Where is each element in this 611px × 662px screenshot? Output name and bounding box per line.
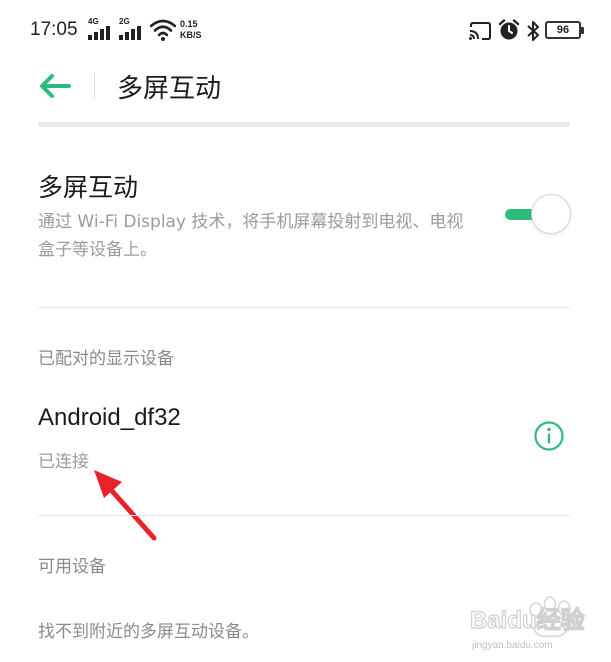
device-status: 已连接 [38, 452, 89, 472]
screen-mirror-description: 通过 Wi-Fi Display 技术，将手机屏幕投射到电视、电视盒子等设备上。 [38, 212, 464, 260]
wifi-icon [150, 19, 176, 41]
status-bar: 17:05 4G 2G 0.15 KB/S 96 [0, 0, 611, 60]
header-divider [94, 73, 95, 99]
network-type-sim1: 4G [88, 17, 99, 26]
alarm-icon [498, 19, 520, 40]
status-time: 17:05 [30, 19, 78, 40]
cast-icon [469, 22, 491, 40]
watermark-subtext: jingyan.baidu.com [471, 640, 553, 651]
network-type-sim2: 2G [119, 17, 130, 26]
network-speed-value: 0.15 [180, 19, 198, 29]
screen-mirror-toggle[interactable] [505, 194, 571, 236]
section-divider [38, 515, 570, 516]
screen-mirror-title: 多屏互动 [38, 173, 139, 202]
app-header: 多屏互动 [0, 60, 611, 120]
baidu-jingyan-watermark: Baidu经验 jingyan.baidu.com [469, 596, 585, 651]
available-devices-label: 可用设备 [38, 557, 106, 577]
header-separator [38, 122, 570, 127]
network-speed-unit: KB/S [180, 30, 202, 40]
annotation-arrow [94, 470, 157, 541]
device-name: Android_df32 [38, 404, 181, 431]
paired-devices-label: 已配对的显示设备 [38, 349, 174, 369]
watermark-text: Baidu经验 [470, 606, 585, 634]
info-icon[interactable] [533, 420, 565, 452]
toggle-knob [531, 194, 571, 234]
section-divider [38, 307, 570, 308]
network-speed: 0.15 KB/S [180, 19, 202, 41]
battery-indicator: 96 [545, 21, 584, 39]
page-title: 多屏互动 [117, 74, 222, 104]
back-arrow-icon[interactable] [38, 72, 72, 100]
no-devices-message: 找不到附近的多屏互动设备。 [38, 622, 259, 642]
bluetooth-icon [527, 21, 539, 41]
